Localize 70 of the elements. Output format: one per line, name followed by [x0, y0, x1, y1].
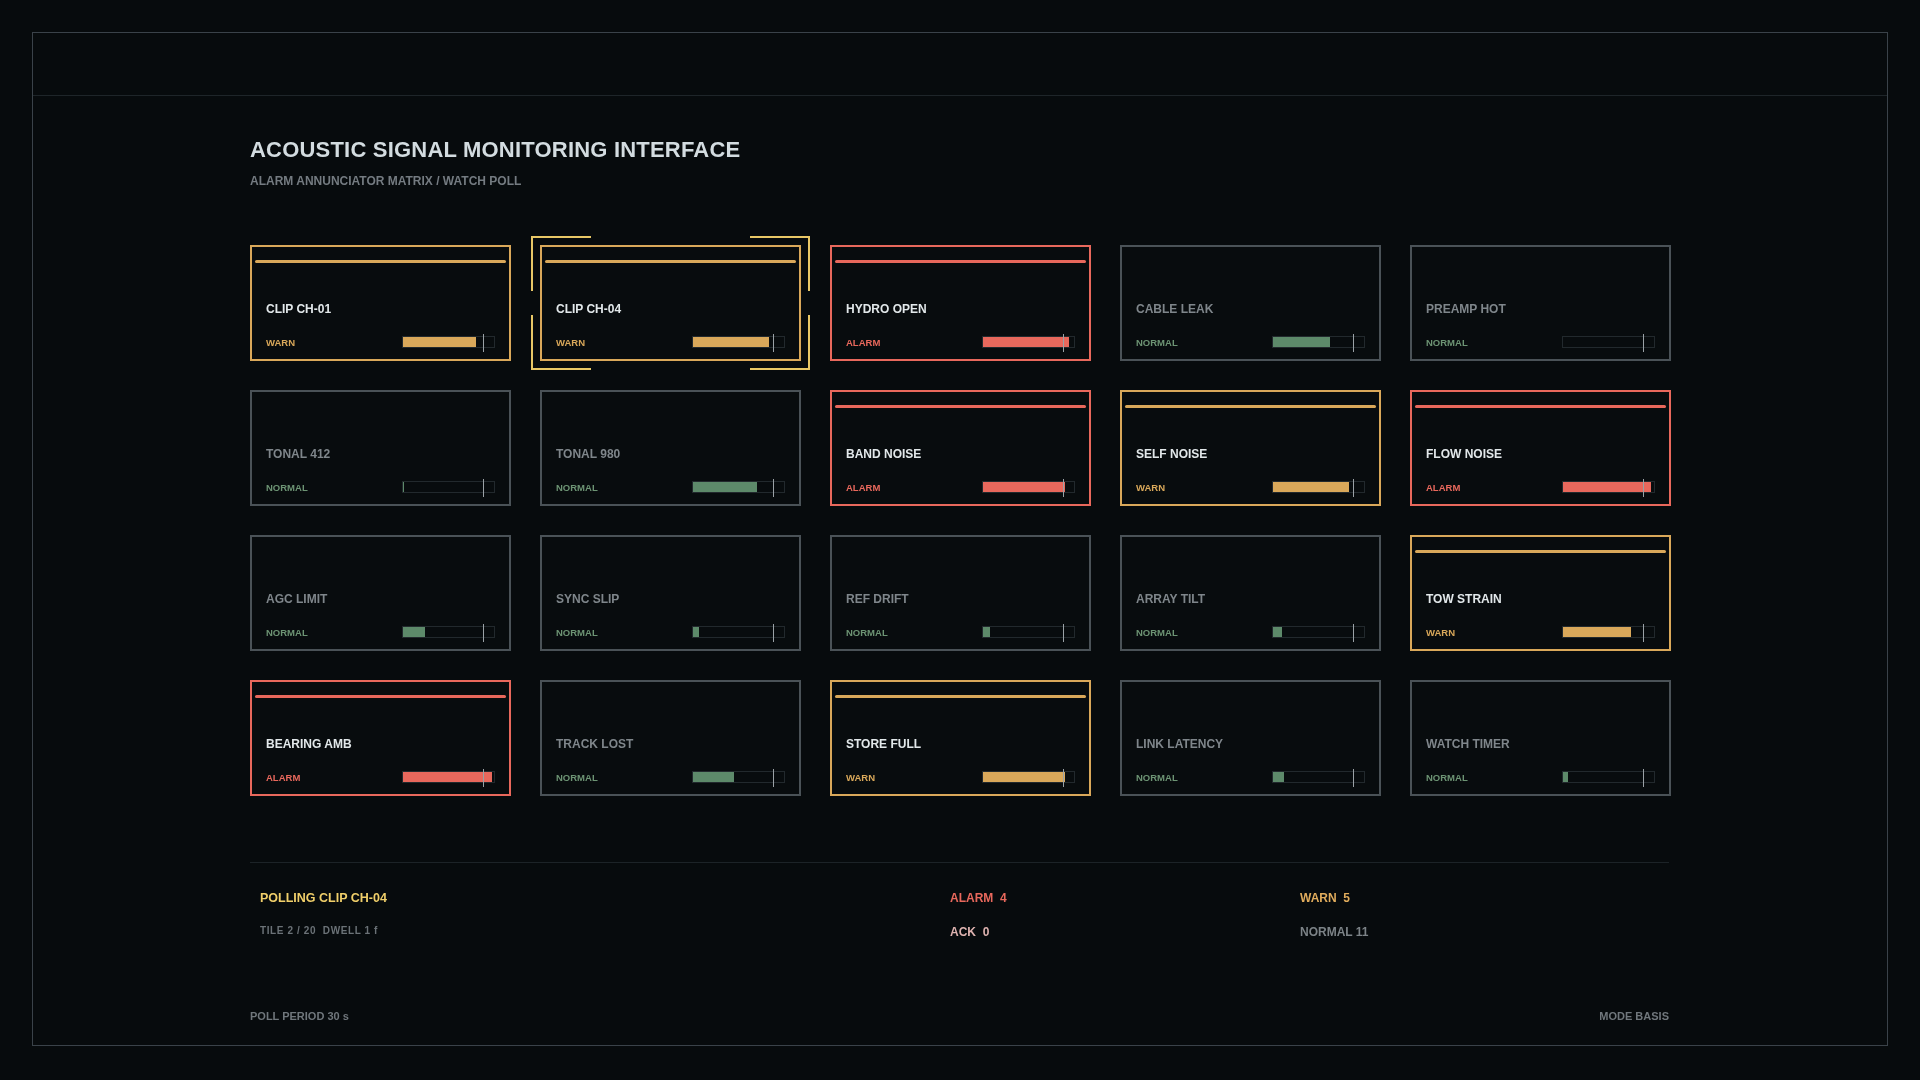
tile-status: ALARM — [1426, 481, 1461, 493]
mode-label: MODE BASIS — [1599, 1010, 1669, 1022]
tile-name: BAND NOISE — [846, 447, 922, 461]
tile-status: WARN — [266, 336, 296, 348]
tile-status: NORMAL — [1136, 771, 1178, 783]
tile-name: TONAL 412 — [266, 447, 331, 461]
tile-name: SELF NOISE — [1136, 447, 1208, 461]
status-count: WARN 5 — [1300, 891, 1351, 906]
status-count: ACK 0 — [950, 925, 991, 940]
tile-status: WARN — [1136, 481, 1166, 493]
status-count: ALARM 4 — [950, 891, 1008, 906]
tile-status: ALARM — [846, 336, 881, 348]
tile-name: REF DRIFT — [846, 592, 909, 606]
tile-name: CLIP CH-04 — [556, 302, 622, 316]
tile-name: TONAL 980 — [556, 447, 621, 461]
tile-name: TOW STRAIN — [1426, 592, 1502, 606]
tile-status: ALARM — [266, 771, 301, 783]
alarm-tile[interactable]: TONAL 980 NORMAL — [529, 379, 812, 517]
alarm-tile[interactable]: FLOW NOISE ALARM — [1399, 379, 1682, 517]
tile-status: NORMAL — [266, 626, 308, 638]
tile-name: CABLE LEAK — [1136, 302, 1214, 316]
tile-status: NORMAL — [556, 771, 598, 783]
tile-name: TRACK LOST — [556, 737, 634, 751]
polling-title: POLLING CLIP CH-04 — [260, 891, 388, 905]
alarm-tile[interactable]: TONAL 412 NORMAL — [239, 379, 522, 517]
alarm-tile[interactable]: PREAMP HOT NORMAL — [1399, 234, 1682, 372]
tile-name: AGC LIMIT — [266, 592, 328, 606]
alarm-tile[interactable]: CLIP CH-01 WARN — [239, 234, 522, 372]
tile-name: CLIP CH-01 — [266, 302, 332, 316]
tile-name: HYDRO OPEN — [846, 302, 927, 316]
alarm-tile[interactable]: HYDRO OPEN ALARM — [819, 234, 1102, 372]
tile-status: NORMAL — [846, 626, 888, 638]
status-count: NORMAL 11 — [1300, 925, 1370, 940]
tile-status: NORMAL — [556, 626, 598, 638]
tile-name: WATCH TIMER — [1426, 737, 1510, 751]
alarm-tile[interactable]: CLIP CH-04 WARN — [529, 234, 812, 372]
alarm-tile[interactable]: TOW STRAIN WARN — [1399, 524, 1682, 662]
tile-status: NORMAL — [556, 481, 598, 493]
tile-status: NORMAL — [1136, 336, 1178, 348]
alarm-tile[interactable]: REF DRIFT NORMAL — [819, 524, 1102, 662]
tile-status: WARN — [1426, 626, 1456, 638]
tile-status: NORMAL — [266, 481, 308, 493]
alarm-tile[interactable]: CABLE LEAK NORMAL — [1109, 234, 1392, 372]
tile-name: LINK LATENCY — [1136, 737, 1224, 751]
tile-name: FLOW NOISE — [1426, 447, 1502, 461]
alarm-tile[interactable]: LINK LATENCY NORMAL — [1109, 669, 1392, 807]
poll-period: POLL PERIOD 30 s — [250, 1010, 349, 1022]
tile-status: ALARM — [846, 481, 881, 493]
tile-status: WARN — [556, 336, 586, 348]
tile-status: NORMAL — [1426, 336, 1468, 348]
page-subtitle: ALARM ANNUNCIATOR MATRIX / WATCH POLL — [250, 174, 523, 188]
tile-status: WARN — [846, 771, 876, 783]
tile-status: NORMAL — [1426, 771, 1468, 783]
page-title: ACOUSTIC SIGNAL MONITORING INTERFACE — [250, 137, 742, 163]
alarm-tile[interactable]: WATCH TIMER NORMAL — [1399, 669, 1682, 807]
alarm-tile[interactable]: BEARING AMB ALARM — [239, 669, 522, 807]
tile-name: PREAMP HOT — [1426, 302, 1506, 316]
alarm-tile[interactable]: TRACK LOST NORMAL — [529, 669, 812, 807]
alarm-tile[interactable]: AGC LIMIT NORMAL — [239, 524, 522, 662]
tile-name: ARRAY TILT — [1136, 592, 1206, 606]
alarm-tile[interactable]: BAND NOISE ALARM — [819, 379, 1102, 517]
alarm-tile[interactable]: ARRAY TILT NORMAL — [1109, 524, 1392, 662]
tile-name: SYNC SLIP — [556, 592, 620, 606]
alarm-tile[interactable]: SELF NOISE WARN — [1109, 379, 1392, 517]
polling-detail: TILE 2 / 20 DWELL 1 f — [260, 925, 380, 936]
alarm-tile[interactable]: STORE FULL WARN — [819, 669, 1102, 807]
tile-name: BEARING AMB — [266, 737, 352, 751]
tile-name: STORE FULL — [846, 737, 922, 751]
tile-status: NORMAL — [1136, 626, 1178, 638]
alarm-tile[interactable]: SYNC SLIP NORMAL — [529, 524, 812, 662]
